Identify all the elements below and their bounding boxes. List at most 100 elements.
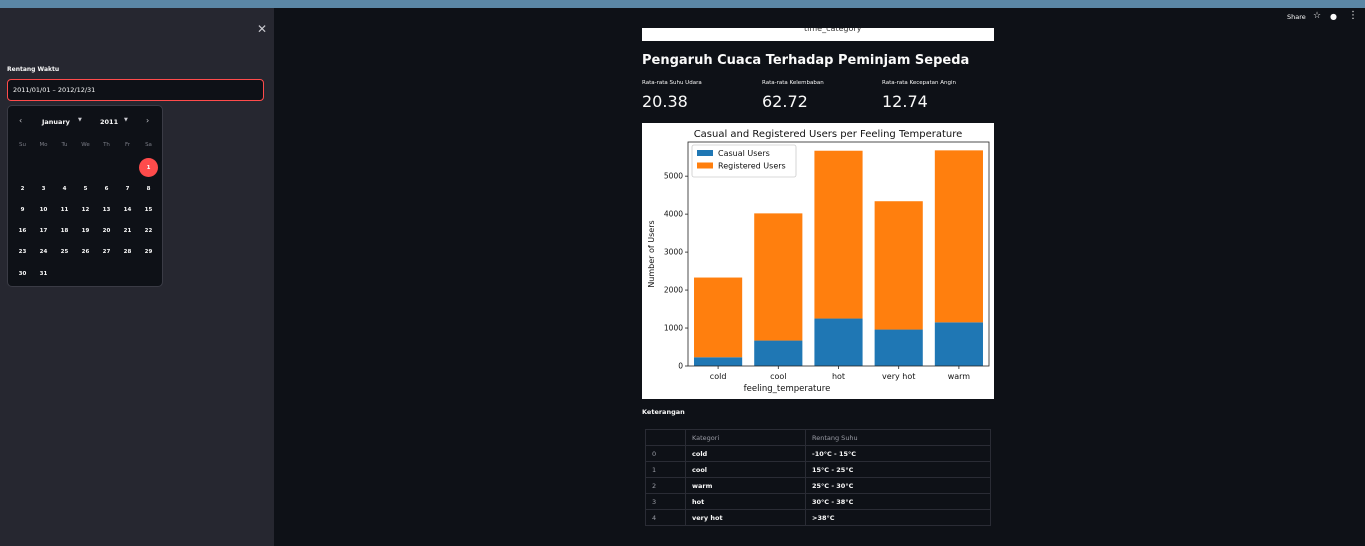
y-tick-label: 1000 bbox=[664, 324, 683, 333]
calendar-empty-cell bbox=[54, 157, 75, 178]
calendar-day[interactable]: 14 bbox=[117, 199, 138, 220]
bar-registered bbox=[934, 150, 983, 323]
table-cell: 15°C - 25°C bbox=[805, 461, 991, 478]
y-tick-label: 5000 bbox=[664, 172, 683, 181]
calendar-day[interactable]: 10 bbox=[33, 199, 54, 220]
x-tick-label: cool bbox=[770, 372, 786, 381]
calendar-day[interactable]: 12 bbox=[75, 199, 96, 220]
calendar-year-select[interactable]: 2011 bbox=[100, 118, 118, 126]
table-cell: cold bbox=[685, 445, 806, 462]
calendar-empty-cell bbox=[117, 157, 138, 178]
weekday-label: Tu bbox=[61, 142, 68, 148]
bar-registered bbox=[754, 213, 803, 341]
calendar-day[interactable]: 6 bbox=[96, 178, 117, 199]
calendar-day[interactable]: 8 bbox=[138, 178, 159, 199]
prev-month-icon[interactable]: ‹ bbox=[19, 116, 22, 125]
calendar-day[interactable]: 16 bbox=[12, 221, 33, 242]
chevron-down-icon: ▼ bbox=[78, 117, 82, 123]
star-icon[interactable]: ☆ bbox=[1313, 11, 1321, 21]
bar-casual bbox=[934, 322, 983, 366]
chart-ylabel: Number of Users bbox=[647, 220, 656, 287]
table-cell: cool bbox=[685, 461, 806, 478]
menu-icon[interactable]: ⋮ bbox=[1348, 10, 1358, 21]
table-row: 4 very hot >38°C bbox=[645, 509, 991, 526]
chevron-down-icon: ▼ bbox=[124, 117, 128, 123]
table-header-row: Kategori Rentang Suhu bbox=[645, 429, 991, 446]
calendar-day[interactable]: 28 bbox=[117, 242, 138, 263]
calendar-day[interactable]: 31 bbox=[33, 263, 54, 284]
calendar-day[interactable]: 11 bbox=[54, 199, 75, 220]
calendar-days: 1 2 3 4 5 6 7 8 9 10 11 12 13 14 15 16 17 18 19 20 21 22 23 24 2… bbox=[12, 157, 160, 284]
table-cell: very hot bbox=[685, 509, 806, 526]
calendar-day[interactable]: 5 bbox=[75, 178, 96, 199]
calendar-empty-cell bbox=[96, 157, 117, 178]
calendar-day[interactable]: 15 bbox=[138, 199, 159, 220]
legend-swatch bbox=[697, 162, 713, 169]
calendar-weekdays: Su Mo Tu We Th Fr Sa bbox=[12, 142, 160, 148]
chart-title: Casual and Registered Users per Feeling … bbox=[694, 129, 963, 140]
table-row: 2 warm 25°C - 30°C bbox=[645, 477, 991, 494]
calendar-empty-cell bbox=[12, 157, 33, 178]
calendar-day[interactable]: 20 bbox=[96, 221, 117, 242]
stacked-bar-chart: Casual and Registered Users per Feeling … bbox=[642, 123, 994, 399]
table-header-cell[interactable]: Kategori bbox=[685, 429, 806, 446]
calendar-day[interactable]: 7 bbox=[117, 178, 138, 199]
calendar-day[interactable]: 19 bbox=[75, 221, 96, 242]
calendar-day[interactable]: 30 bbox=[12, 263, 33, 284]
calendar-day[interactable]: 17 bbox=[33, 221, 54, 242]
table-cell: >38°C bbox=[805, 509, 991, 526]
bar-registered bbox=[814, 150, 863, 319]
legend-label: Registered Users bbox=[718, 162, 786, 171]
x-tick-label: warm bbox=[948, 372, 971, 381]
table-header-cell[interactable]: Rentang Suhu bbox=[805, 429, 991, 446]
calendar-day[interactable]: 9 bbox=[12, 199, 33, 220]
calendar-day[interactable]: 21 bbox=[117, 221, 138, 242]
date-range-input[interactable]: 2011/01/01 – 2012/12/31 bbox=[7, 79, 264, 101]
bar-registered bbox=[694, 277, 743, 358]
calendar-day[interactable]: 4 bbox=[54, 178, 75, 199]
calendar-day[interactable]: 1 bbox=[138, 157, 159, 178]
chart-xlabel: feeling_temperature bbox=[744, 384, 831, 394]
weekday-label: We bbox=[81, 142, 90, 148]
share-button[interactable]: Share bbox=[1287, 13, 1306, 21]
bar-casual bbox=[754, 340, 803, 366]
calendar-day[interactable]: 23 bbox=[12, 242, 33, 263]
y-tick-label: 0 bbox=[678, 362, 683, 371]
sidebar: ✕ Rentang Waktu 2011/01/01 – 2012/12/31 … bbox=[0, 8, 274, 546]
github-icon[interactable]: ● bbox=[1330, 12, 1337, 21]
previous-chart-xlabel: time_category bbox=[804, 28, 862, 33]
section-title: Pengaruh Cuaca Terhadap Peminjam Sepeda bbox=[642, 53, 970, 68]
previous-chart-bottom: time_category bbox=[642, 28, 994, 41]
calendar-empty-cell bbox=[33, 157, 54, 178]
x-tick-label: very hot bbox=[882, 372, 915, 381]
calendar-day[interactable]: 3 bbox=[33, 178, 54, 199]
y-tick-label: 3000 bbox=[664, 248, 683, 257]
calendar-day[interactable]: 25 bbox=[54, 242, 75, 263]
table-cell: 30°C - 38°C bbox=[805, 493, 991, 510]
calendar-day[interactable]: 26 bbox=[75, 242, 96, 263]
table-header-cell bbox=[645, 429, 686, 446]
legend-label: Casual Users bbox=[718, 149, 770, 158]
metric-value: 20.38 bbox=[642, 92, 688, 111]
y-tick-label: 2000 bbox=[664, 286, 683, 295]
calendar-day[interactable]: 24 bbox=[33, 242, 54, 263]
calendar-day[interactable]: 13 bbox=[96, 199, 117, 220]
bar-registered bbox=[874, 201, 923, 330]
table-cell: 2 bbox=[645, 477, 686, 494]
calendar-day[interactable]: 27 bbox=[96, 242, 117, 263]
calendar-month-select[interactable]: January bbox=[42, 118, 70, 126]
calendar-day[interactable]: 22 bbox=[138, 221, 159, 242]
close-sidebar-icon[interactable]: ✕ bbox=[256, 22, 268, 36]
x-tick-label: cold bbox=[710, 372, 727, 381]
x-tick-label: hot bbox=[832, 372, 845, 381]
calendar-day[interactable]: 18 bbox=[54, 221, 75, 242]
next-month-icon[interactable]: › bbox=[146, 116, 149, 125]
metric-label: Rata-rata Kelembaban bbox=[762, 80, 824, 86]
calendar-day[interactable]: 29 bbox=[138, 242, 159, 263]
keterangan-table: Kategori Rentang Suhu 0 cold -10°C - 15°C 1… bbox=[645, 429, 991, 526]
selected-day: 1 bbox=[139, 158, 158, 178]
date-range-label: Rentang Waktu bbox=[7, 66, 60, 73]
weekday-label: Sa bbox=[145, 142, 152, 148]
calendar-day[interactable]: 2 bbox=[12, 178, 33, 199]
bar-casual bbox=[694, 357, 743, 366]
